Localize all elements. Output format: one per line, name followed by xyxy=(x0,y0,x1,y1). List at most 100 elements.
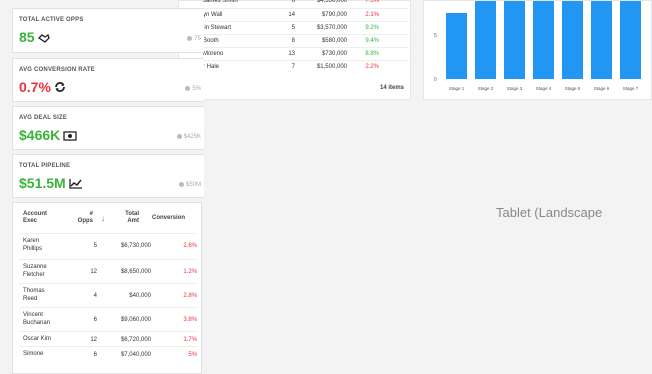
conversion-rate: 2.8% xyxy=(183,293,197,299)
refresh-icon xyxy=(54,80,66,96)
total-amount: $6,730,000 xyxy=(120,243,151,249)
sort-desc-icon[interactable]: ↓ xyxy=(101,215,105,223)
kpi-title: AVG DEAL SIZE xyxy=(19,115,68,121)
total-amount: $4,550,000 xyxy=(316,0,347,4)
exec-name: Suzanne Fletcher xyxy=(23,264,47,278)
conversion-rate: 2.1% xyxy=(365,12,379,18)
x-tick-label: Stage 5 xyxy=(565,86,581,91)
kpi-card-avg-deal-size[interactable]: AVG DEAL SIZE $466K $425K xyxy=(12,106,204,150)
target-icon xyxy=(187,36,193,41)
x-tick-label: Stage 2 xyxy=(478,86,494,91)
kpi-target: $425K xyxy=(176,134,201,140)
exec-name: Simone xyxy=(23,351,44,357)
conversion-rate: 3.8% xyxy=(183,317,197,323)
opps-count: 7 xyxy=(291,64,295,70)
target-icon xyxy=(178,182,184,187)
x-tick-label: Stage 6 xyxy=(594,86,610,91)
y-tick-label: 5 xyxy=(434,33,437,39)
kpi-value-text: 0.7% xyxy=(19,79,51,95)
stage-bar[interactable] xyxy=(475,1,496,79)
total-amount: $40,000 xyxy=(129,293,151,299)
y-tick-label: 0 xyxy=(434,77,437,83)
kpi-value-text: 85 xyxy=(19,29,35,45)
kpi-card-active-opps[interactable]: TOTAL ACTIVE OPPS 85 75 xyxy=(12,8,204,53)
opps-count: 5 xyxy=(93,243,97,249)
cash-icon xyxy=(63,128,77,144)
table-row[interactable]: James Smith 6 $4,550,000 7.5% xyxy=(179,0,409,8)
exec-name: r Hale xyxy=(203,64,220,70)
conversion-rate: 8.8% xyxy=(365,51,379,57)
stage-bar[interactable] xyxy=(533,1,554,79)
total-amount: $3,570,000 xyxy=(316,25,347,31)
col-header-amount[interactable]: Total Amt xyxy=(113,211,139,225)
exec-name: lin Stewart xyxy=(203,25,232,31)
total-amount: $580,000 xyxy=(321,38,347,44)
kpi-title: TOTAL ACTIVE OPPS xyxy=(19,17,84,23)
exec-name: yn Wall xyxy=(203,12,223,18)
kpi-target: 75 xyxy=(187,36,201,42)
stage-bar[interactable] xyxy=(620,1,641,79)
total-amount: $8,650,000 xyxy=(120,269,151,275)
total-amount: $7,040,000 xyxy=(120,352,151,358)
table-row[interactable]: Oscar Kim 12 $6,720,000 1.7% xyxy=(19,331,197,347)
table-row[interactable]: yn Wall 14 $790,000 2.1% xyxy=(179,8,409,22)
opps-count: 6 xyxy=(93,352,97,358)
opps-count: 5 xyxy=(291,25,295,31)
kpi-card-conversion-rate[interactable]: AVG CONVERSION RATE 0.7% 5% xyxy=(12,58,204,102)
kpi-value: 85 xyxy=(19,29,50,46)
exec-name: Vincent Buchanan xyxy=(23,312,51,326)
total-amount: $1,500,000 xyxy=(316,64,347,70)
kpi-value-text: $51.5M xyxy=(19,175,66,191)
col-header-opps[interactable]: # Opps xyxy=(73,211,93,225)
handshake-icon xyxy=(37,30,50,46)
opps-count: 4 xyxy=(93,293,97,299)
opps-count: 13 xyxy=(288,51,295,57)
conversion-rate: 2.2% xyxy=(365,64,379,70)
opps-count: 6 xyxy=(93,317,97,323)
opps-count: 12 xyxy=(90,269,97,275)
x-tick-label: Stage 3 xyxy=(507,86,523,91)
opps-count: 12 xyxy=(90,337,97,343)
conversion-rate: 2.6% xyxy=(183,243,197,249)
pipeline-stage-chart: 5 0 Stage 1 Stage 2 Stage 3 Stage 4 Stage 5 Sta… xyxy=(423,0,652,100)
table-row[interactable]: Moreno 13 $730,000 8.8% xyxy=(179,47,409,61)
target-icon xyxy=(185,86,191,91)
table-row[interactable]: Suzanne Fletcher 12 $8,650,000 1.2% xyxy=(19,259,197,284)
kpi-card-total-pipeline[interactable]: TOTAL PIPELINE $51.5M $50M xyxy=(12,154,204,198)
table-row[interactable]: lin Stewart 5 $3,570,000 9.2% xyxy=(179,21,409,35)
total-amount: $9,060,000 xyxy=(120,317,151,323)
stage-bar-chart: 5 0 Stage 1 Stage 2 Stage 3 Stage 4 Stage 5 Sta… xyxy=(434,1,641,91)
stage-bar[interactable] xyxy=(591,1,612,79)
stage-bar[interactable] xyxy=(446,13,467,79)
exec-name: Moreno xyxy=(203,51,224,57)
exec-name: Thomas Reed xyxy=(23,288,45,302)
opps-count: 14 xyxy=(288,12,295,18)
x-tick-label: Stage 4 xyxy=(536,86,552,91)
trend-chart-icon xyxy=(69,176,83,192)
kpi-value: $466K xyxy=(19,127,77,144)
conversion-rate: 9.2% xyxy=(365,25,379,31)
device-caption: Tablet (Landscape xyxy=(496,205,603,220)
kpi-target: $50M xyxy=(178,182,201,188)
col-header-exec[interactable]: Account Exec xyxy=(23,211,47,225)
kpi-value-text: $466K xyxy=(19,127,61,143)
tablet-exec-table: 14 items James Smith 6 $4,550,000 7.5% yn Wa… xyxy=(178,0,411,100)
table-row[interactable]: Thomas Reed 4 $40,000 2.8% xyxy=(19,283,197,308)
stage-bar[interactable] xyxy=(504,1,525,79)
conversion-rate: 1.2% xyxy=(183,269,197,275)
x-tick-label: Stage 1 xyxy=(449,86,465,91)
table-row[interactable]: Simone 6 $7,040,000 5% xyxy=(19,346,197,371)
table-row[interactable]: Booth 8 $580,000 9.4% xyxy=(179,34,409,48)
stage-bar[interactable] xyxy=(562,1,583,79)
conversion-rate: 7.5% xyxy=(365,0,379,4)
items-count: 14 items xyxy=(379,85,404,91)
table-row[interactable]: r Hale 7 $1,500,000 2.2% xyxy=(179,60,409,74)
table-row[interactable]: Karen Phillips 5 $6,730,000 2.6% xyxy=(19,233,197,260)
conversion-rate: 1.7% xyxy=(183,337,197,343)
x-tick-label: Stage 7 xyxy=(623,86,639,91)
exec-name: Oscar Kim xyxy=(23,336,52,342)
conversion-rate: 9.4% xyxy=(365,38,379,44)
col-header-conversion[interactable]: Conversion xyxy=(152,215,185,222)
conversion-rate: 5% xyxy=(188,352,197,358)
table-row[interactable]: Vincent Buchanan 6 $9,060,000 3.8% xyxy=(19,307,197,332)
